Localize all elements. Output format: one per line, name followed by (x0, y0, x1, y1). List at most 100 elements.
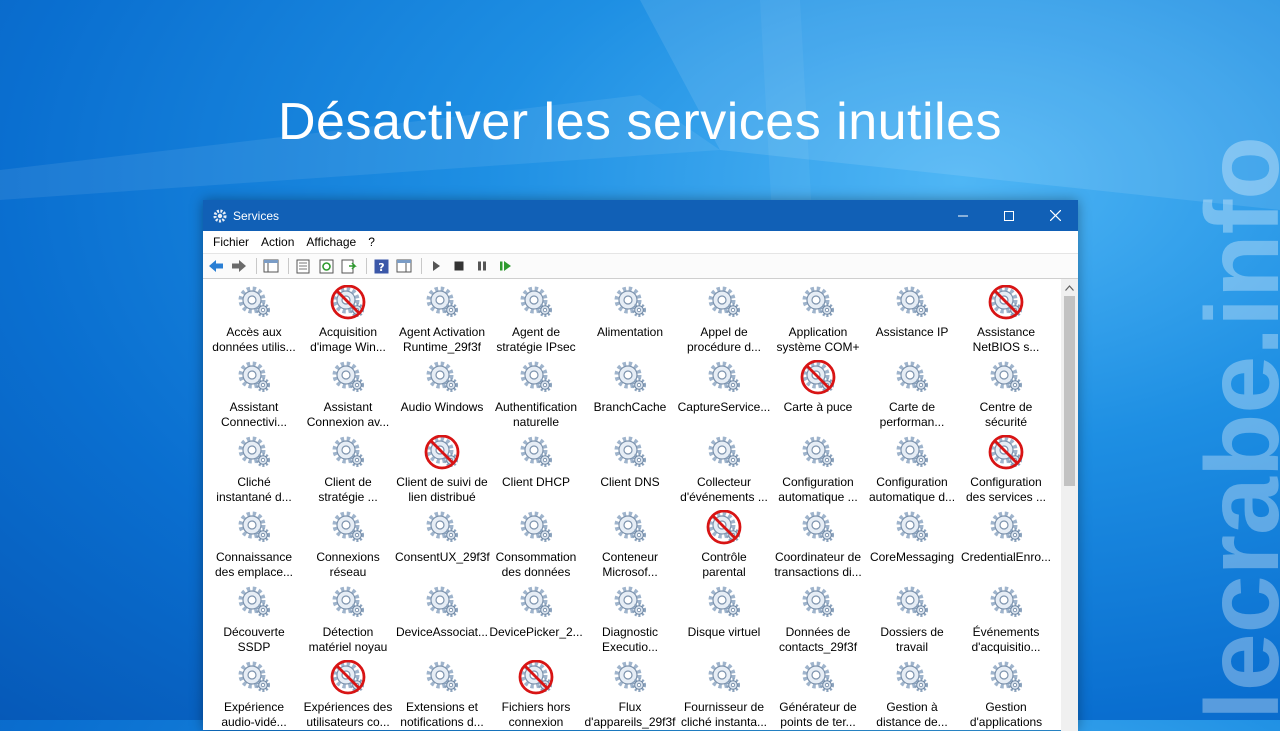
service-item[interactable]: CoreMessaging (865, 510, 959, 585)
service-item[interactable]: DevicePicker_2... (489, 585, 583, 660)
service-label: Cliché instantané d... (216, 475, 292, 504)
close-button[interactable] (1032, 200, 1078, 231)
service-item[interactable]: Contrôle parental (677, 510, 771, 585)
title-bar[interactable]: Services (203, 200, 1078, 231)
service-item[interactable]: Gestion à distance de... (865, 660, 959, 731)
service-gear-icon (424, 660, 460, 696)
back-button[interactable] (206, 256, 226, 276)
service-item[interactable]: Détection matériel noyau (301, 585, 395, 660)
service-item[interactable]: Découverte SSDP (207, 585, 301, 660)
service-gear-icon (518, 585, 554, 621)
service-item[interactable]: CaptureService... (677, 360, 771, 435)
properties-button[interactable] (293, 256, 313, 276)
service-item[interactable]: Données de contacts_29f3f (771, 585, 865, 660)
scroll-up-button[interactable] (1061, 279, 1078, 296)
service-item[interactable]: Gestion d'applications (959, 660, 1053, 731)
service-item[interactable]: Assistance IP (865, 285, 959, 360)
service-item[interactable]: Assistant Connexion av... (301, 360, 395, 435)
service-item[interactable]: Fournisseur de cliché instanta... (677, 660, 771, 731)
service-item[interactable]: Configuration automatique ... (771, 435, 865, 510)
service-item[interactable]: BranchCache (583, 360, 677, 435)
menu-bar: Fichier Action Affichage ? (203, 231, 1078, 253)
restart-service-button[interactable] (495, 256, 515, 276)
service-item[interactable]: Expérience audio-vidé... (207, 660, 301, 731)
toolbar-separator (288, 258, 289, 274)
service-item[interactable]: Acquisition d'image Win... (301, 285, 395, 360)
service-item[interactable]: Expériences des utilisateurs co... (301, 660, 395, 731)
service-label: Assistant Connexion av... (306, 400, 390, 429)
scrollbar-thumb[interactable] (1064, 296, 1075, 486)
service-label: DevicePicker_2... (489, 625, 583, 639)
service-gear-icon (800, 660, 836, 696)
refresh-button[interactable] (316, 256, 336, 276)
service-item[interactable]: Client de suivi de lien distribué (395, 435, 489, 510)
service-item[interactable]: Client de stratégie ... (301, 435, 395, 510)
service-item[interactable]: Carte de performan... (865, 360, 959, 435)
service-item[interactable]: Carte à puce (771, 360, 865, 435)
service-item[interactable]: Audio Windows (395, 360, 489, 435)
service-item[interactable]: Consommation des données (489, 510, 583, 585)
service-item[interactable]: DeviceAssociat... (395, 585, 489, 660)
service-item[interactable]: Configuration des services ... (959, 435, 1053, 510)
pause-service-button[interactable] (472, 256, 492, 276)
service-item[interactable]: Générateur de points de ter... (771, 660, 865, 731)
service-item[interactable]: Dossiers de travail (865, 585, 959, 660)
service-item[interactable]: Événements d'acquisitio... (959, 585, 1053, 660)
service-label: Gestion d'applications (969, 700, 1043, 729)
service-gear-icon (330, 360, 366, 396)
service-item[interactable]: Client DNS (583, 435, 677, 510)
menu-affichage[interactable]: Affichage (300, 235, 362, 249)
service-gear-icon (706, 585, 742, 621)
forward-button[interactable] (229, 256, 249, 276)
service-gear-icon (424, 510, 460, 546)
service-gear-icon (894, 285, 930, 321)
service-item[interactable]: Cliché instantané d... (207, 435, 301, 510)
service-item[interactable]: Connaissance des emplace... (207, 510, 301, 585)
service-gear-icon (518, 435, 554, 471)
service-item[interactable]: Fichiers hors connexion (489, 660, 583, 731)
show-action-pane-button[interactable] (394, 256, 414, 276)
service-item[interactable]: Conteneur Microsof... (583, 510, 677, 585)
service-gear-icon (236, 510, 272, 546)
service-item[interactable]: Coordinateur de transactions di... (771, 510, 865, 585)
service-item[interactable]: Client DHCP (489, 435, 583, 510)
service-item[interactable]: Flux d'appareils_29f3f (583, 660, 677, 731)
service-item[interactable]: Extensions et notifications d... (395, 660, 489, 731)
service-item[interactable]: Configuration automatique d... (865, 435, 959, 510)
service-item[interactable]: Disque virtuel (677, 585, 771, 660)
service-item[interactable]: CredentialEnro... (959, 510, 1053, 585)
service-item[interactable]: Collecteur d'événements ... (677, 435, 771, 510)
service-item[interactable]: Centre de sécurité (959, 360, 1053, 435)
service-label: Client de stratégie ... (318, 475, 378, 504)
menu-help[interactable]: ? (362, 235, 381, 249)
menu-fichier[interactable]: Fichier (207, 235, 255, 249)
service-item[interactable]: Assistance NetBIOS s... (959, 285, 1053, 360)
maximize-button[interactable] (986, 200, 1032, 231)
service-item[interactable]: Diagnostic Executio... (583, 585, 677, 660)
menu-action[interactable]: Action (255, 235, 300, 249)
service-label: Client de suivi de lien distribué (396, 475, 488, 504)
service-item[interactable]: Agent de stratégie IPsec (489, 285, 583, 360)
service-item[interactable]: Alimentation (583, 285, 677, 360)
service-item[interactable]: ConsentUX_29f3f (395, 510, 490, 585)
service-gear-icon (706, 435, 742, 471)
service-label: Assistance IP (875, 325, 949, 339)
console-tree-button[interactable] (261, 256, 281, 276)
service-gear-icon (706, 360, 742, 396)
service-item[interactable]: Appel de procédure d... (677, 285, 771, 360)
service-item[interactable]: Authentification naturelle (489, 360, 583, 435)
vertical-scrollbar[interactable] (1061, 279, 1078, 731)
service-item[interactable]: Agent Activation Runtime_29f3f (395, 285, 489, 360)
export-list-button[interactable] (339, 256, 359, 276)
stop-service-button[interactable] (449, 256, 469, 276)
minimize-button[interactable] (940, 200, 986, 231)
service-gear-icon (988, 585, 1024, 621)
service-label: Configuration automatique d... (868, 475, 956, 504)
service-item[interactable]: Accès aux données utilis... (207, 285, 301, 360)
start-service-button[interactable] (426, 256, 446, 276)
help-button[interactable]: ? (371, 256, 391, 276)
service-item[interactable]: Assistant Connectivi... (207, 360, 301, 435)
service-item[interactable]: Connexions réseau (301, 510, 395, 585)
help-icon: ? (374, 259, 388, 274)
service-item[interactable]: Application système COM+ (771, 285, 865, 360)
